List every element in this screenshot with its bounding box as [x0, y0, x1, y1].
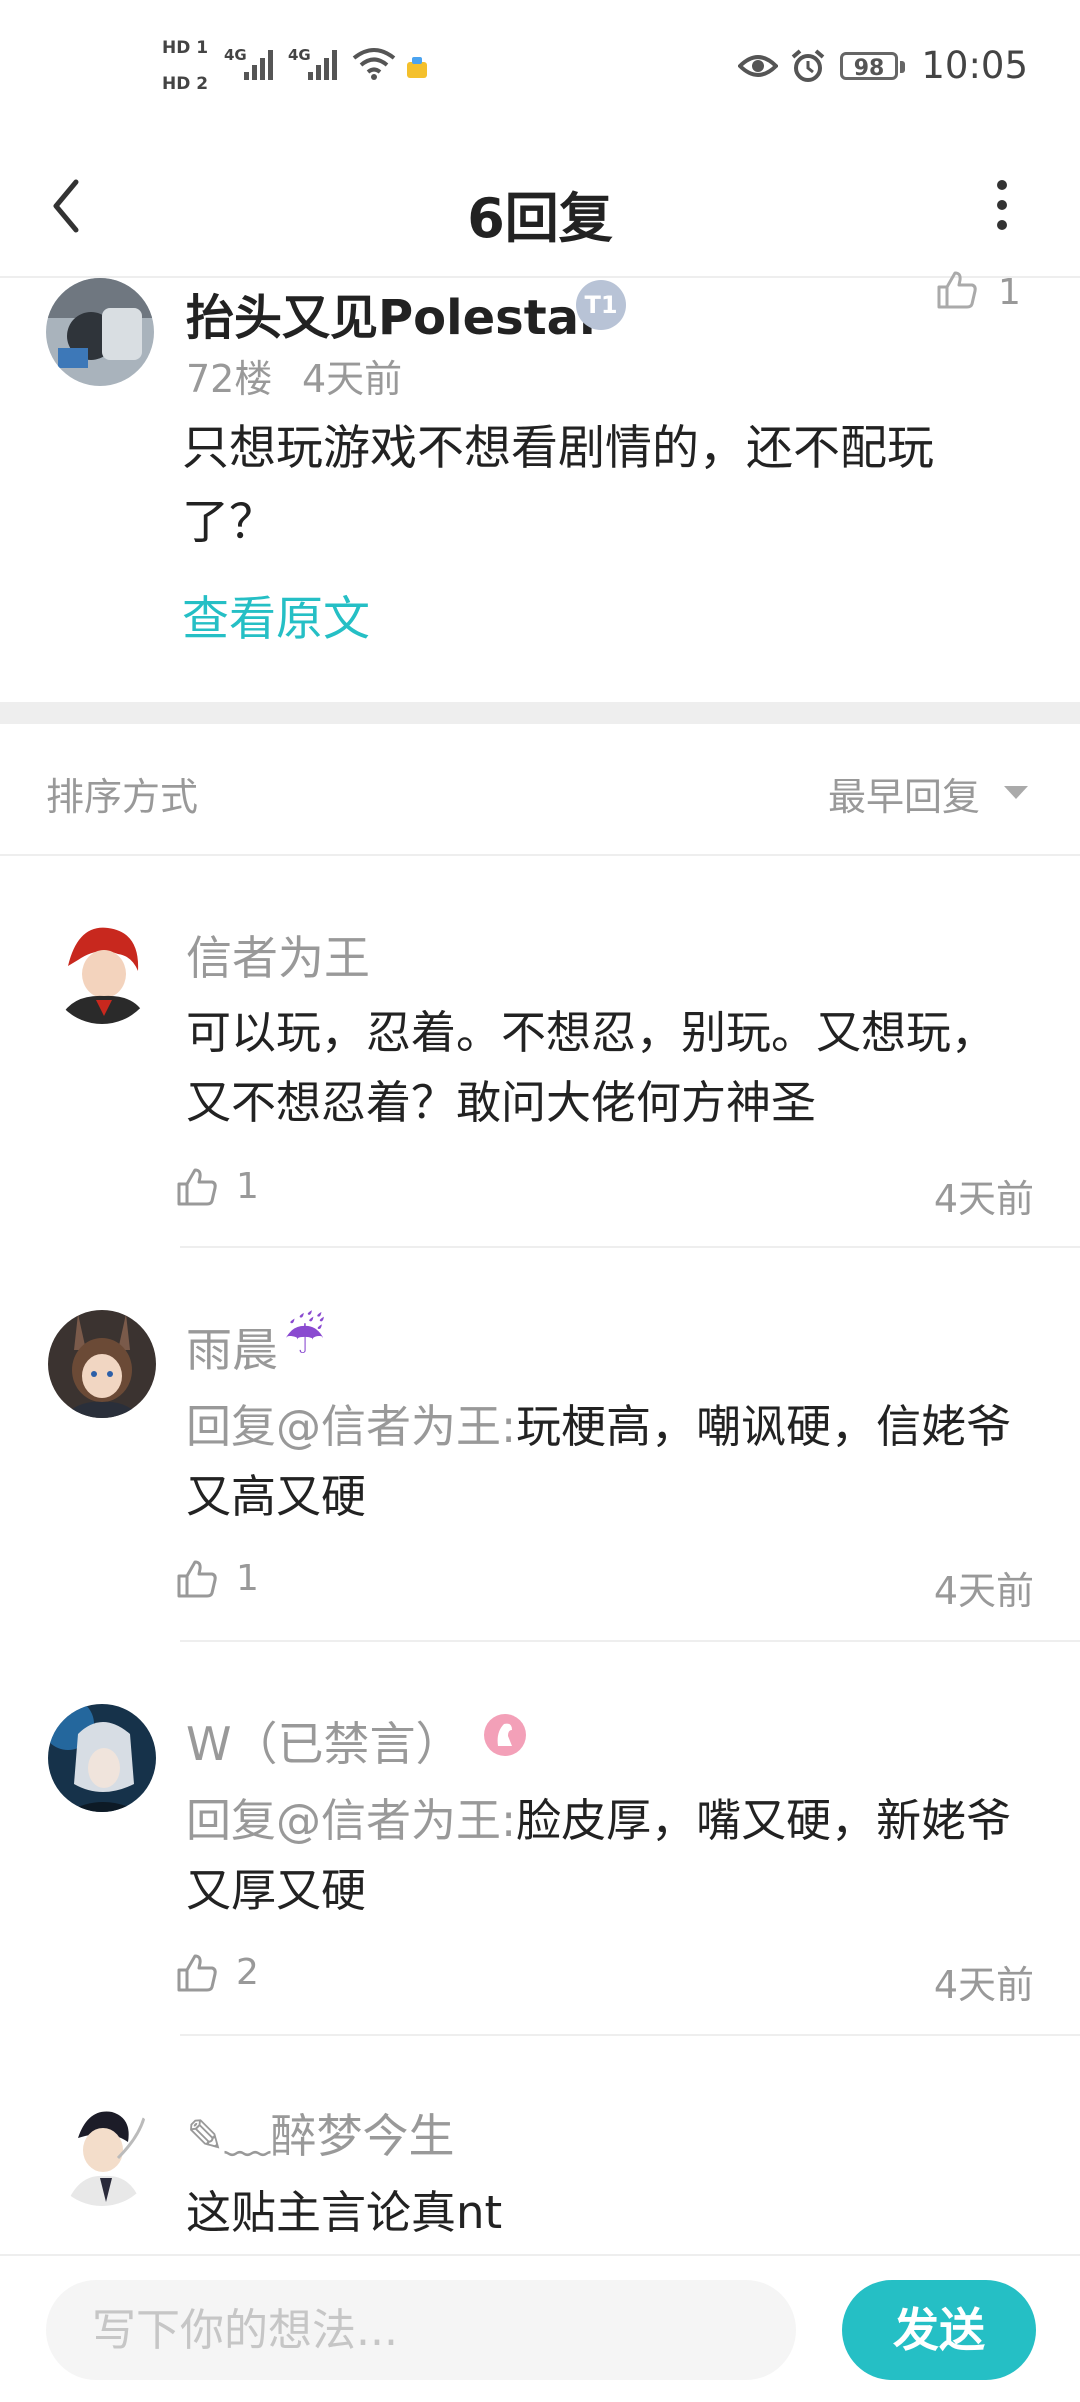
send-button[interactable]: 发送	[842, 2280, 1036, 2380]
like-count: 1	[236, 1558, 259, 1599]
more-options-icon[interactable]	[982, 175, 1022, 235]
like-count: 1	[236, 1166, 259, 1207]
comment-time: 4天前	[933, 1963, 1034, 2007]
sim2-label: HD 2	[162, 74, 209, 94]
avatar[interactable]	[46, 278, 154, 386]
comment-text: 可以玩，忍着。不想忍，别玩。又想玩，又不想忍着？敢问大佬何方神圣	[186, 1006, 997, 1129]
sort-label: 排序方式	[46, 775, 199, 819]
top-bar: 6回复	[0, 140, 1080, 278]
umbrella-emoji-icon: ☔	[284, 1310, 326, 1364]
status-bar: HD 1 HD 2 4G 4G 98 10:05	[0, 0, 1080, 140]
main-post: 抬头又见Polestar T1 72楼 4天前 1 只想玩游戏不想看剧情的，还不…	[0, 271, 1080, 702]
sort-bar: 排序方式 最早回复	[0, 724, 1080, 856]
like-icon[interactable]	[936, 270, 978, 310]
level-badge: T1	[576, 280, 626, 330]
eye-comfort-icon	[738, 55, 778, 77]
like-icon[interactable]	[176, 1952, 218, 1994]
reply-mention[interactable]: 回复@信者为王:	[186, 1400, 516, 1453]
avatar[interactable]	[48, 1310, 156, 1418]
avatar[interactable]	[48, 1704, 156, 1812]
comment-text: 回复@信者为王:玩梗高，嘲讽硬，信姥爷又高又硬	[186, 1392, 1016, 1532]
comment-item: 信者为王 可以玩，忍着。不想忍，别玩。又想玩，又不想忍着？敢问大佬何方神圣 1 …	[0, 856, 1080, 1248]
post-content: 只想玩游戏不想看剧情的，还不配玩了？	[182, 421, 934, 550]
post-author-name[interactable]: 抬头又见Polestar	[186, 278, 603, 348]
commenter-name[interactable]: ✎﹏醉梦今生	[186, 2100, 455, 2166]
commenter-name[interactable]: 信者为王	[186, 922, 370, 988]
comment-composer: 发送	[0, 2254, 1080, 2402]
comment-input[interactable]	[46, 2280, 796, 2380]
comment-item: 雨晨 ☔ 回复@信者为王:玩梗高，嘲讽硬，信姥爷又高又硬 1 4天前	[0, 1248, 1080, 1642]
comment-text: 这贴主言论真nt	[186, 2186, 503, 2239]
alarm-icon	[791, 49, 825, 82]
caret-down-icon[interactable]	[1004, 786, 1028, 799]
sort-dropdown[interactable]: 最早回复	[828, 766, 980, 821]
battery-icon: 98	[840, 52, 898, 81]
sim1-label: HD 1	[162, 38, 209, 58]
view-original-link[interactable]: 查看原文	[182, 580, 370, 649]
like-icon[interactable]	[176, 1558, 218, 1600]
clock: 10:05	[921, 44, 1028, 87]
post-floor: 72楼	[186, 357, 273, 401]
battery-tip	[900, 61, 905, 73]
avatar[interactable]	[48, 2098, 156, 2206]
post-time: 4天前	[302, 357, 403, 401]
notification-app-icon	[407, 57, 427, 78]
user-badge-icon	[484, 1714, 526, 1756]
reply-mention[interactable]: 回复@信者为王:	[186, 1794, 516, 1847]
post-like-count: 1	[998, 272, 1021, 313]
comment-item: W（已禁言） 回复@信者为王:脸皮厚，嘴又硬，新姥爷又厚又硬 2 4天前	[0, 1642, 1080, 2036]
commenter-name[interactable]: W（已禁言）	[186, 1708, 461, 1774]
wifi-icon	[352, 48, 396, 80]
signal-icon-2	[308, 50, 337, 80]
comment-time: 4天前	[933, 1569, 1034, 1613]
commenter-name[interactable]: 雨晨	[186, 1314, 278, 1380]
comment-item: ✎﹏醉梦今生 这贴主言论真nt	[0, 2036, 1080, 2254]
like-icon[interactable]	[176, 1166, 218, 1208]
section-divider	[0, 702, 1080, 724]
comment-time: 4天前	[933, 1177, 1034, 1221]
like-count: 2	[236, 1952, 259, 1993]
page-title: 6回复	[467, 187, 613, 250]
signal-icon-1	[244, 50, 273, 80]
avatar[interactable]	[48, 916, 156, 1024]
comment-text: 回复@信者为王:脸皮厚，嘴又硬，新姥爷又厚又硬	[186, 1786, 1016, 1926]
